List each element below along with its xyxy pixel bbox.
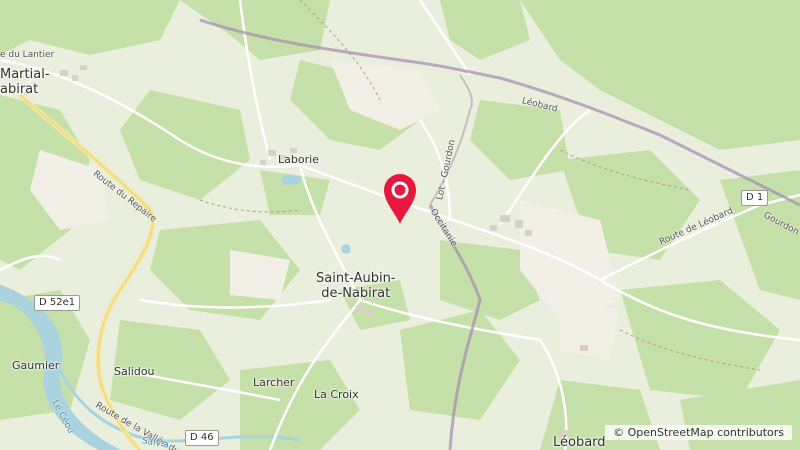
map-view[interactable]: Laborie Saint-Aubin- de-Nabirat Martial-… bbox=[0, 0, 800, 450]
copyright-symbol: © bbox=[613, 426, 625, 439]
place-label-la-croix: La Croix bbox=[314, 388, 359, 401]
road-label-lantier: e du Lantier bbox=[0, 50, 55, 60]
place-label-larcher: Larcher bbox=[253, 376, 295, 389]
attribution-link[interactable]: OpenStreetMap contributors bbox=[628, 426, 784, 439]
road-shield-d46: D 46 bbox=[185, 430, 219, 446]
road-shield-d52e1: D 52e1 bbox=[34, 295, 81, 311]
place-label-laborie: Laborie bbox=[278, 153, 319, 166]
map-pin-marker-icon bbox=[384, 174, 416, 224]
place-label-salidou: Salidou bbox=[114, 365, 155, 378]
place-label-gaumier: Gaumier bbox=[12, 359, 60, 372]
place-label-martial-de-nabirat: Martial- abirat bbox=[0, 67, 50, 97]
road-shield-d1: D 1 bbox=[741, 190, 769, 206]
location-pin-icon[interactable] bbox=[382, 172, 418, 226]
map-attribution: © OpenStreetMap contributors bbox=[605, 425, 792, 440]
place-label-leobard: Léobard bbox=[553, 435, 606, 450]
place-label-saint-aubin-de-nabirat: Saint-Aubin- de-Nabirat bbox=[316, 271, 396, 301]
